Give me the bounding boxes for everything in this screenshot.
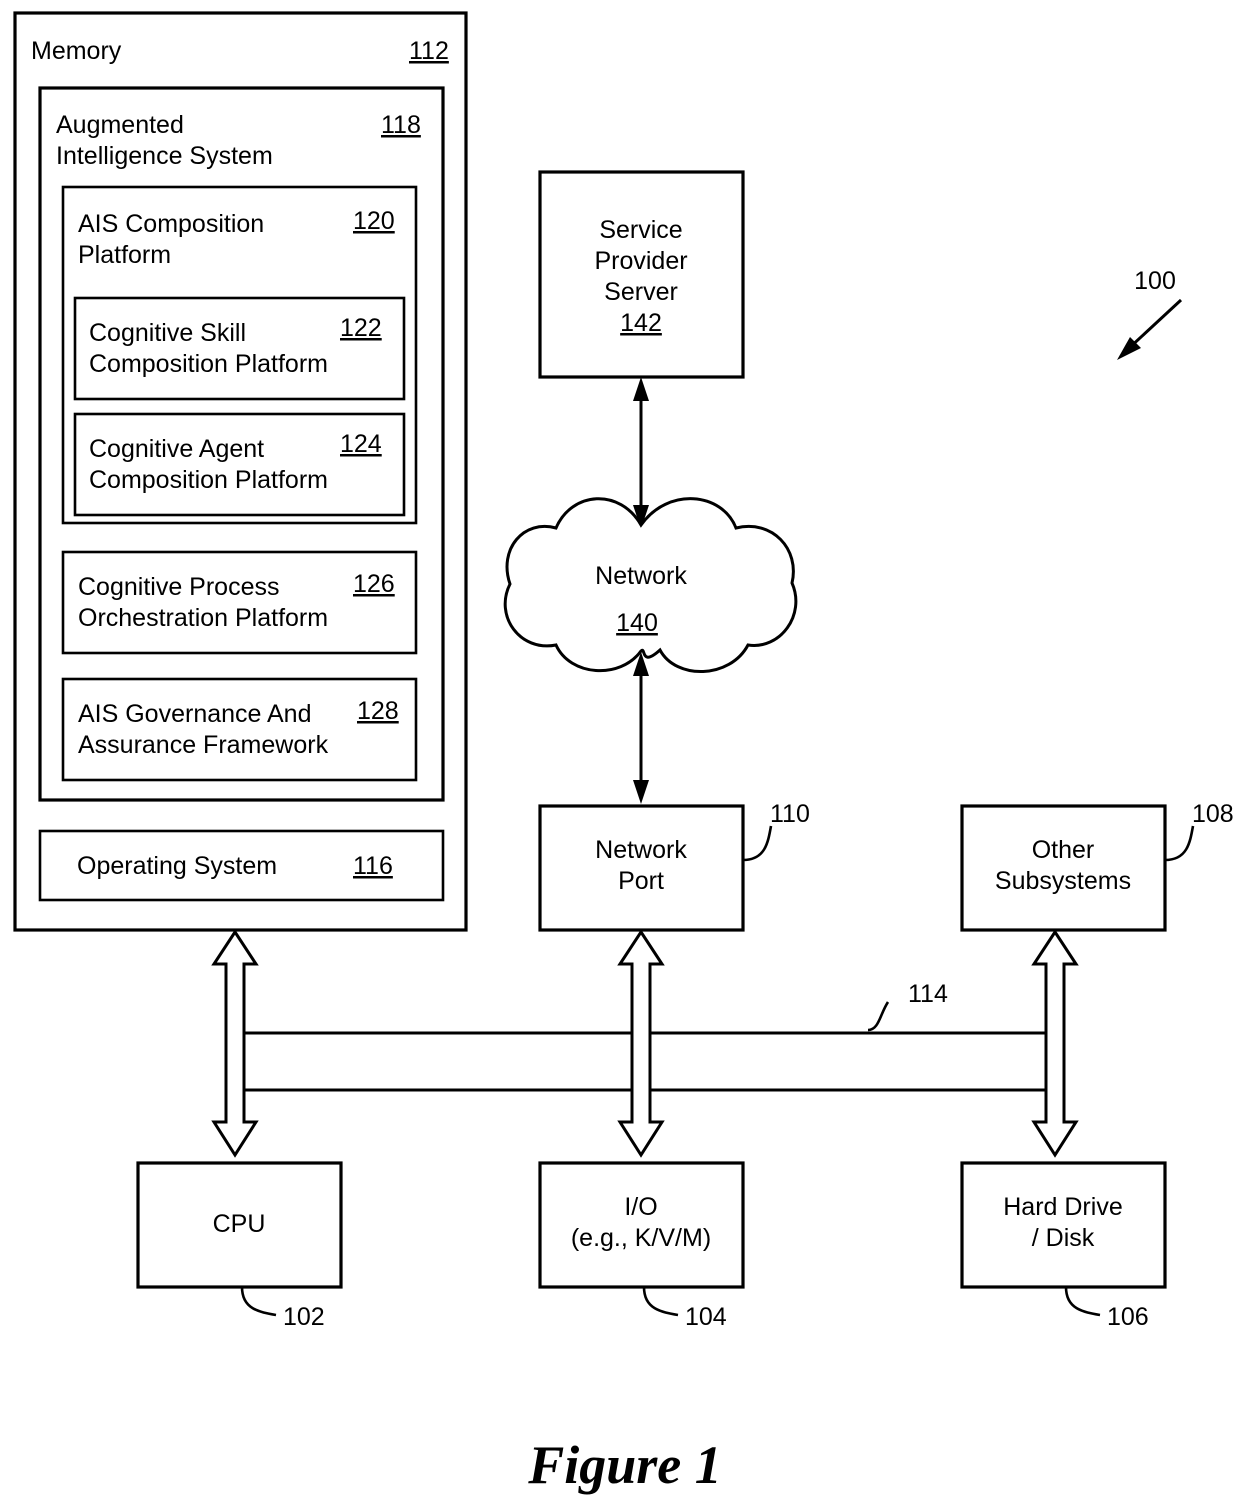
ais-governance-ref: 128	[357, 697, 399, 725]
server-network-arrow	[633, 377, 649, 529]
memory-ref: 112	[409, 37, 449, 65]
cpu-label: CPU	[213, 1210, 266, 1238]
network-port-arrow	[633, 652, 649, 804]
system-ref: 100	[1134, 267, 1176, 295]
cognitive-agent-ref: 124	[340, 430, 382, 458]
ais-composition-platform-label-line1: AIS Composition	[78, 210, 264, 238]
cognitive-skill-label-line1: Cognitive Skill	[89, 319, 246, 347]
network-ref: 140	[616, 609, 658, 637]
operating-system-label: Operating System	[77, 852, 277, 880]
io-ref: 104	[685, 1303, 727, 1331]
cognitive-agent-label-line1: Cognitive Agent	[89, 435, 264, 463]
io-leader	[642, 1286, 679, 1317]
hard-drive-ref: 106	[1107, 1303, 1149, 1331]
other-subsystems-label-line1: Other	[1032, 836, 1095, 864]
figure-caption: Figure 1	[527, 1435, 722, 1495]
other-subsystems-label-line2: Subsystems	[995, 867, 1131, 895]
cpu-ref: 102	[283, 1303, 325, 1331]
other-subsystems-ref: 108	[1192, 800, 1234, 828]
network-label: Network	[595, 562, 687, 590]
ais-ref: 118	[381, 111, 421, 139]
operating-system-ref: 116	[353, 852, 393, 880]
system-reference-arrow	[1117, 298, 1183, 360]
cognitive-skill-label-line2: Composition Platform	[89, 350, 328, 378]
cpu-leader	[240, 1286, 277, 1317]
ais-governance-assurance-framework-box	[61, 677, 418, 782]
ais-governance-label-line2: Assurance Framework	[78, 731, 329, 759]
other-subsystems-leader	[1164, 825, 1195, 862]
ais-composition-platform-ref: 120	[353, 207, 395, 235]
cognitive-process-orchestration-platform-box	[61, 550, 418, 655]
network-port-leader	[742, 825, 773, 862]
service-provider-server-label-line3: Server	[604, 278, 678, 306]
bus-ref: 114	[908, 980, 948, 1008]
cognitive-agent-label-line2: Composition Platform	[89, 466, 328, 494]
io-label-line2: (e.g., K/V/M)	[571, 1224, 711, 1252]
service-provider-server-label-line2: Provider	[594, 247, 687, 275]
ais-governance-label-line1: AIS Governance And	[78, 700, 311, 728]
hard-drive-leader	[1064, 1286, 1101, 1317]
bus-arrow-right	[1031, 929, 1079, 1158]
ais-composition-platform-label-line2: Platform	[78, 241, 171, 269]
hard-drive-label-line1: Hard Drive	[1003, 1193, 1122, 1221]
cognitive-process-label-line2: Orchestration Platform	[78, 604, 328, 632]
figure-1-diagram: Memory 112 Augmented Intelligence System…	[0, 0, 1240, 1503]
bus-arrow-left	[211, 929, 259, 1158]
hard-drive-label-line2: / Disk	[1032, 1224, 1095, 1252]
service-provider-server-ref: 142	[620, 309, 662, 337]
io-label-line1: I/O	[624, 1193, 657, 1221]
network-port-label-line1: Network	[595, 836, 687, 864]
network-port-ref: 110	[770, 800, 810, 828]
cognitive-process-ref: 126	[353, 570, 395, 598]
bus-arrow-middle	[617, 929, 665, 1158]
ais-label-line2: Intelligence System	[56, 142, 273, 170]
ais-label-line1: Augmented	[56, 111, 184, 139]
network-port-label-line2: Port	[618, 867, 664, 895]
memory-label: Memory	[31, 37, 122, 65]
cognitive-skill-ref: 122	[340, 314, 382, 342]
service-provider-server-label-line1: Service	[599, 216, 682, 244]
bus-leader	[867, 1001, 890, 1032]
cognitive-process-label-line1: Cognitive Process	[78, 573, 279, 601]
